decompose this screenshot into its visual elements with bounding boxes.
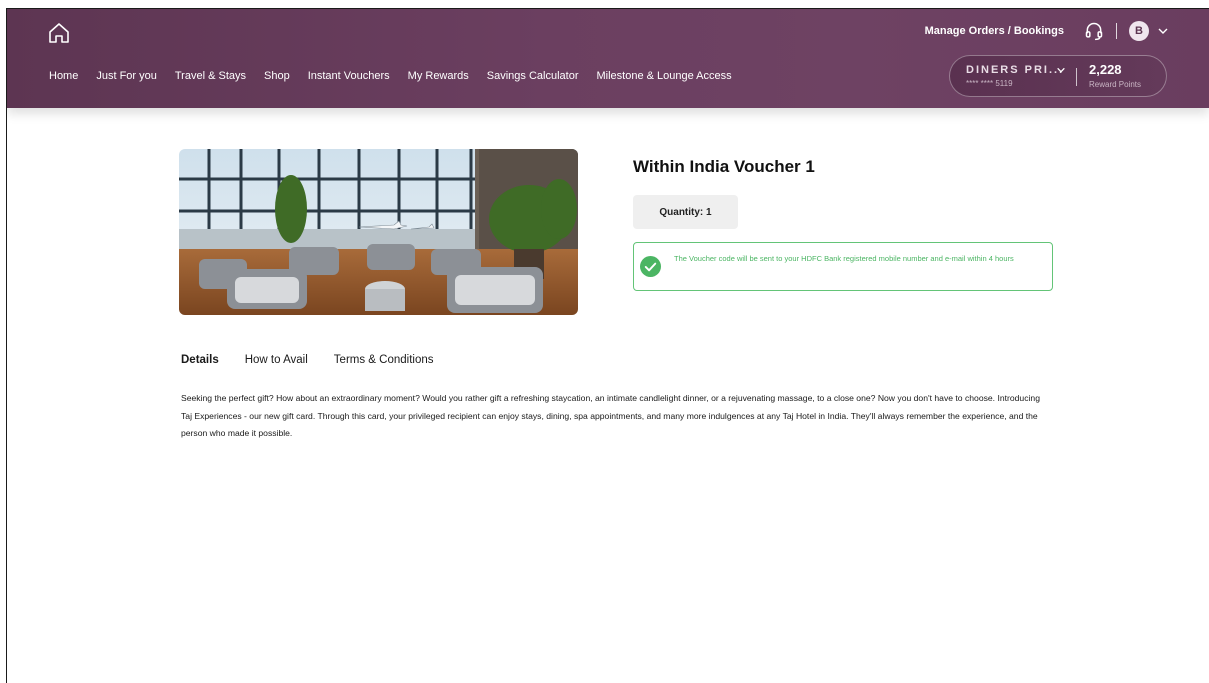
nav-item-home[interactable]: Home xyxy=(49,70,78,82)
nav-item-milestone-lounge[interactable]: Milestone & Lounge Access xyxy=(597,70,732,82)
card-selector[interactable]: DINERS PRI... **** **** 5119 2,228 Rewar… xyxy=(949,55,1167,97)
product-description: Seeking the perfect gift? How about an e… xyxy=(181,393,1040,439)
details-tabs: Details How to Avail Terms & Conditions xyxy=(181,354,460,366)
voucher-delivery-notice: The Voucher code will be sent to your HD… xyxy=(633,242,1053,291)
check-circle-icon xyxy=(640,256,661,277)
product-title: Within India Voucher 1 xyxy=(633,157,815,176)
reward-points-value: 2,228 xyxy=(1089,62,1122,77)
nav-item-shop[interactable]: Shop xyxy=(264,70,290,82)
tab-how-to-avail[interactable]: How to Avail xyxy=(245,354,308,366)
chevron-down-icon[interactable] xyxy=(1157,25,1169,37)
app-frame: Manage Orders / Bookings B Home Just For… xyxy=(6,8,1209,683)
card-number: **** **** 5119 xyxy=(966,79,1013,88)
nav-item-travel-stays[interactable]: Travel & Stays xyxy=(175,70,246,82)
divider xyxy=(1076,68,1077,86)
quantity-display: Quantity: 1 xyxy=(633,195,738,229)
header-utilities: Manage Orders / Bookings B xyxy=(925,19,1169,43)
tab-details[interactable]: Details xyxy=(181,354,219,366)
home-icon[interactable] xyxy=(47,21,71,45)
nav-item-just-for-you[interactable]: Just For you xyxy=(96,70,157,82)
manage-orders-link[interactable]: Manage Orders / Bookings xyxy=(925,25,1064,37)
reward-points-label: Reward Points xyxy=(1089,80,1142,89)
nav-item-savings-calculator[interactable]: Savings Calculator xyxy=(487,70,579,82)
notice-text: The Voucher code will be sent to your HD… xyxy=(674,254,1014,263)
product-image xyxy=(179,149,578,315)
card-name[interactable]: DINERS PRI... xyxy=(966,64,1064,76)
tab-terms-conditions[interactable]: Terms & Conditions xyxy=(334,354,434,366)
nav-item-my-rewards[interactable]: My Rewards xyxy=(408,70,469,82)
chevron-down-icon[interactable] xyxy=(1056,65,1066,75)
main-nav: Home Just For you Travel & Stays Shop In… xyxy=(49,70,750,82)
avatar[interactable]: B xyxy=(1129,21,1149,41)
divider xyxy=(1116,23,1117,39)
header-bar: Manage Orders / Bookings B Home Just For… xyxy=(7,9,1209,108)
nav-item-instant-vouchers[interactable]: Instant Vouchers xyxy=(308,70,390,82)
headset-icon[interactable] xyxy=(1084,21,1104,41)
